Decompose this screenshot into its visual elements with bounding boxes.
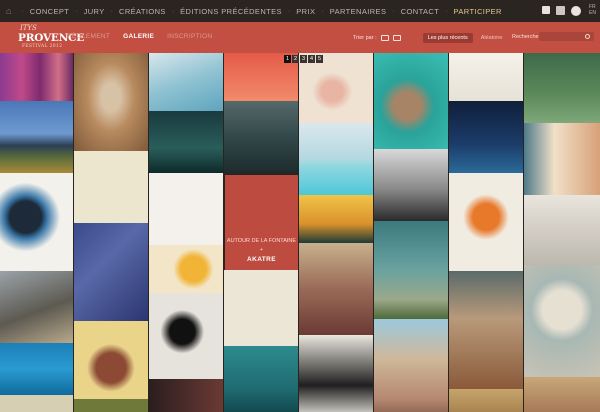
gallery-thumbnail[interactable] (374, 319, 448, 412)
home-icon[interactable]: ⌂ (6, 6, 11, 16)
gallery-thumbnail[interactable] (449, 173, 523, 271)
gallery-thumbnail[interactable] (74, 223, 148, 321)
language-switcher[interactable]: FR EN (589, 4, 596, 16)
gallery-thumbnail[interactable] (0, 271, 73, 343)
gallery-thumbnail[interactable] (524, 123, 600, 195)
nav-contact[interactable]: CONTACT (401, 7, 440, 16)
gallery-thumbnail[interactable] (449, 389, 523, 412)
gallery-thumbnail[interactable] (0, 343, 73, 395)
gallery-thumbnail[interactable] (374, 149, 448, 221)
gallery-thumbnail[interactable] (299, 243, 373, 335)
sort-recent-button[interactable]: Les plus récents (422, 33, 473, 43)
video-filter-icon[interactable] (392, 35, 401, 41)
gallery-thumbnail[interactable] (0, 395, 73, 412)
nav-prix[interactable]: PRIX (296, 7, 315, 16)
gallery-thumbnail[interactable] (299, 123, 373, 195)
page-1[interactable]: 1 (284, 55, 291, 63)
gallery-thumbnail[interactable] (374, 221, 448, 319)
feature-artist: AKATRE (247, 256, 276, 263)
gallery-thumbnail[interactable] (149, 111, 223, 173)
gallery-thumbnail[interactable] (74, 151, 148, 223)
gallery-thumbnail[interactable] (149, 53, 223, 111)
gallery-thumbnail[interactable] (299, 53, 373, 123)
gallery-thumbnail[interactable] (74, 399, 148, 412)
gallery-thumbnail[interactable] (524, 195, 600, 265)
nav-jury[interactable]: JURY (84, 7, 105, 16)
nav-creations[interactable]: CRÉATIONS (119, 7, 166, 16)
pagination: 1 2 3 4 5 (284, 55, 324, 63)
feature-title: AUTOUR DE LA FONTAINE (226, 238, 297, 244)
nav-partenaires[interactable]: PARTENAIRES (330, 7, 387, 16)
subnav-inscription[interactable]: INSCRIPTION (167, 33, 212, 40)
logo-line-1: ITYS (20, 24, 37, 32)
main-nav: ⌂ · CONCEPT · JURY · CRÉATIONS · ÉDITION… (6, 6, 502, 16)
sort-label: Trier par : (353, 35, 377, 41)
gallery-thumbnail[interactable] (224, 270, 298, 346)
gallery-thumbnail[interactable] (149, 379, 223, 412)
page-4[interactable]: 4 (308, 55, 315, 63)
nav-concept[interactable]: CONCEPT (30, 7, 69, 16)
page-2[interactable]: 2 (292, 55, 299, 63)
subnav-galerie[interactable]: GALERIE (123, 33, 154, 40)
gallery-thumbnail[interactable] (74, 321, 148, 399)
nav-participer[interactable]: PARTICIPER (454, 7, 502, 16)
festival-logo[interactable]: ITYS PROVENCE FESTIVAL 2012 (18, 24, 84, 52)
gallery-thumbnail[interactable] (0, 173, 73, 271)
sort-filters: Trier par : Les plus récents Aléatoire (353, 33, 502, 43)
featured-tile[interactable]: AUTOUR DE LA FONTAINE + AKATRE (225, 175, 298, 270)
gallery-thumbnail[interactable] (299, 335, 373, 412)
subnav-reglement[interactable]: RÈGLEMENT (67, 33, 110, 40)
gallery-thumbnail[interactable] (299, 195, 373, 243)
feature-plus: + (259, 247, 264, 253)
image-filter-icon[interactable] (380, 35, 389, 41)
rss-icon[interactable] (556, 6, 565, 15)
nav-editions[interactable]: ÉDITIONS PRÉCÉDENTES (180, 7, 282, 16)
gallery-thumbnail[interactable] (449, 53, 523, 101)
gallery-thumbnail[interactable] (149, 245, 223, 293)
gallery-thumbnail[interactable] (224, 346, 298, 412)
page-5[interactable]: 5 (316, 55, 323, 63)
gallery-thumbnail[interactable] (0, 53, 73, 101)
search-label: Rechercher (512, 34, 541, 40)
gallery-thumbnail[interactable] (524, 53, 600, 123)
gallery-thumbnail[interactable] (524, 265, 600, 377)
gallery-thumbnail[interactable] (224, 101, 298, 173)
page-3[interactable]: 3 (300, 55, 307, 63)
gallery-thumbnail[interactable] (449, 101, 523, 173)
gallery-thumbnail[interactable] (374, 53, 448, 149)
gallery-thumbnail[interactable] (74, 53, 148, 151)
sort-random-button[interactable]: Aléatoire (481, 35, 503, 41)
section-nav: RÈGLEMENT GALERIE INSCRIPTION (67, 33, 225, 40)
gallery-thumbnail[interactable] (0, 101, 73, 173)
gallery-thumbnail[interactable] (524, 377, 600, 412)
lang-en[interactable]: EN (589, 10, 596, 16)
gallery-grid (0, 53, 600, 412)
gallery-thumbnail[interactable] (149, 173, 223, 245)
gallery-thumbnail[interactable] (449, 271, 523, 389)
logo-line-3: FESTIVAL 2012 (22, 44, 63, 49)
gallery-thumbnail[interactable] (149, 293, 223, 379)
search-icon[interactable] (585, 34, 590, 39)
flickr-icon[interactable] (571, 6, 581, 16)
facebook-icon[interactable] (542, 6, 550, 14)
